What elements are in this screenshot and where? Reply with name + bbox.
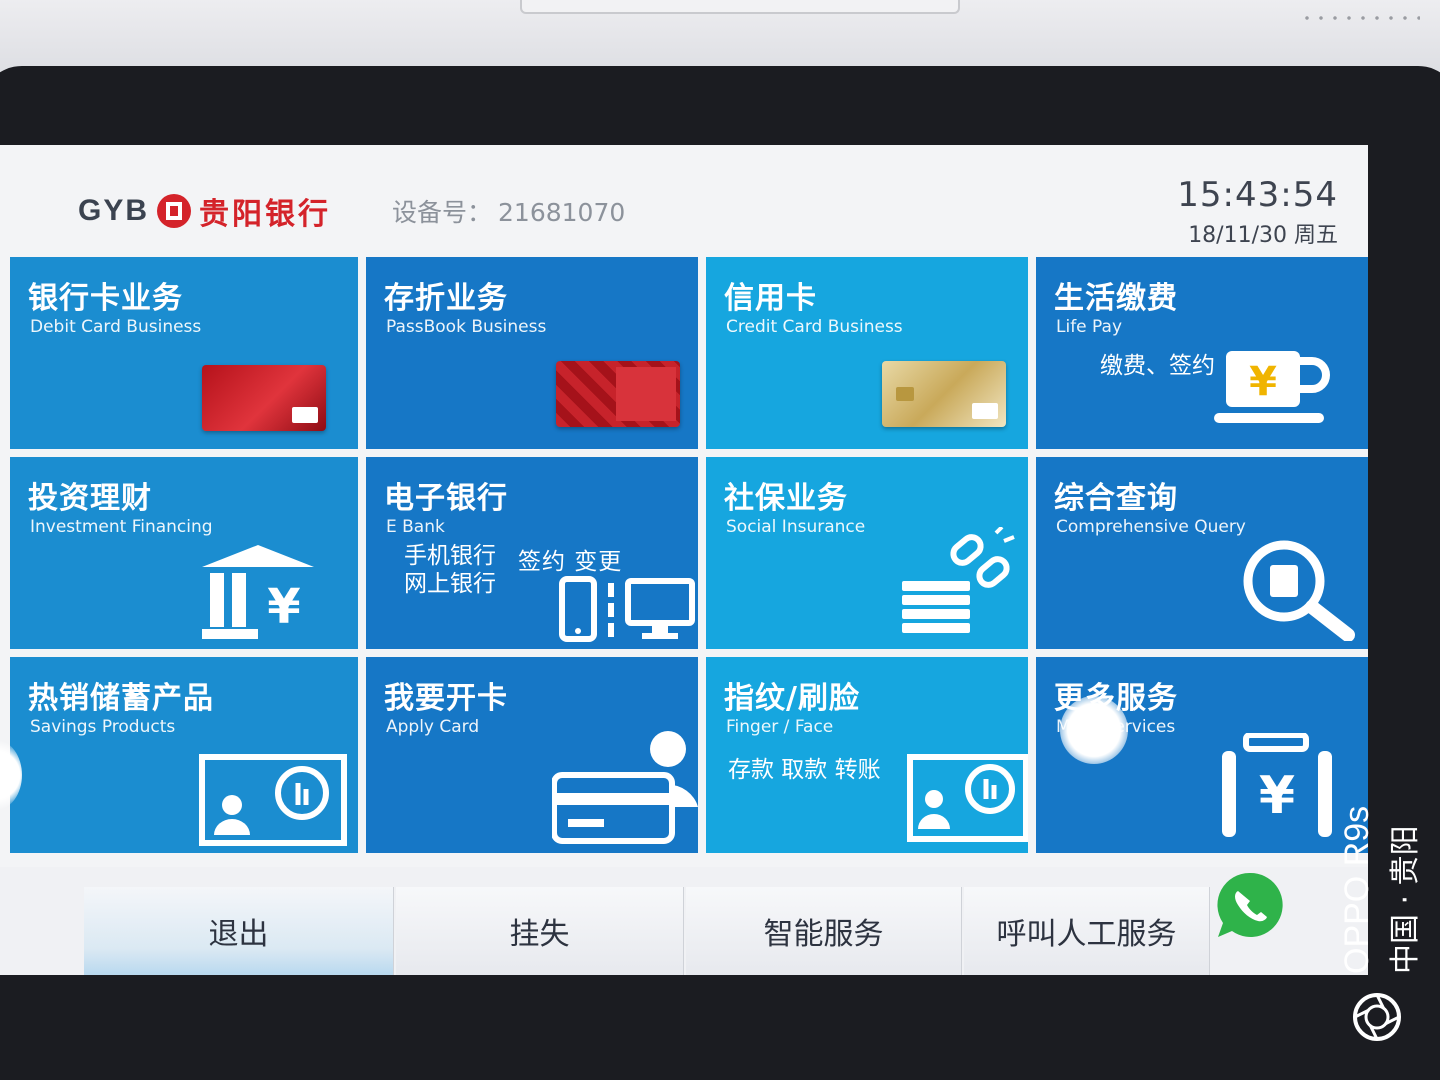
tile-title: 存折业务 (384, 281, 508, 316)
person-fingerprint-icon (907, 754, 1028, 842)
tile-title: 银行卡业务 (28, 281, 183, 316)
tile-subtitle: Credit Card Business (726, 317, 903, 337)
report-loss-button[interactable]: 挂失 (396, 887, 684, 975)
person-fingerprint-icon (199, 754, 347, 846)
ebank-mobile-label: 手机银行 (404, 543, 496, 569)
tile-title: 指纹/刷脸 (724, 681, 860, 716)
tile-subtitle: PassBook Business (386, 317, 547, 337)
tile-subtitle: Debit Card Business (30, 317, 202, 337)
magnifier-icon (1243, 540, 1355, 641)
device-id-value: 21681070 (498, 198, 626, 227)
device-id: 设备号： 21681070 (392, 193, 625, 229)
credit-card-image (882, 361, 1006, 427)
tile-ebank[interactable]: 电子银行 E Bank 手机银行 网上银行 签约 变更 (366, 457, 698, 649)
call-staff-button[interactable]: 呼叫人工服务 (964, 887, 1210, 975)
ebank-actions: 签约 变更 (518, 549, 623, 575)
tile-title: 社保业务 (724, 481, 848, 516)
clock-date: 18/11/30 周五 (1188, 223, 1338, 248)
wallet-yuan-icon: ¥ (1222, 733, 1332, 837)
tile-title: 热销储蓄产品 (28, 681, 214, 716)
tile-subtitle: Life Pay (1056, 317, 1123, 337)
svg-text:¥: ¥ (1249, 359, 1277, 405)
tile-query[interactable]: 综合查询 Comprehensive Query (1036, 457, 1368, 649)
device-id-label: 设备号： (392, 198, 493, 227)
coins-link-icon (902, 527, 1015, 633)
debit-card-image (202, 365, 326, 431)
tile-extra-text: 缴费、签约 (1100, 353, 1215, 379)
housing-clip (520, 0, 960, 14)
tile-extra-text: 存款 取款 转账 (728, 757, 881, 783)
phone-computer-icon (559, 576, 695, 642)
kiosk-screen: GYB 贵阳银行 设备号： 21681070 15:43:54 18/11/30 … (0, 145, 1368, 975)
speaker-grille (1300, 12, 1420, 24)
tile-subtitle: Social Insurance (726, 517, 866, 537)
exit-button[interactable]: 退出 (84, 887, 394, 975)
clock: 15:43:54 18/11/30 周五 (1177, 175, 1338, 249)
bank-building-icon: ¥ (202, 545, 314, 639)
logo-gyb-text: GYB (78, 194, 150, 227)
watermark-location: 中国 · 贵阳 (1388, 825, 1423, 974)
bank-name: 贵阳银行 (199, 197, 332, 232)
tile-subtitle: Investment Financing (30, 517, 213, 537)
camera-watermark: OPPO R9s 中国 · 贵阳 (1334, 796, 1424, 1066)
tile-title: 综合查询 (1054, 481, 1178, 516)
bank-logo: GYB 贵阳银行 (78, 189, 331, 233)
tile-subtitle: Savings Products (30, 717, 176, 737)
phone-call-icon[interactable] (1210, 867, 1290, 947)
ebank-web-label: 网上银行 (404, 571, 496, 597)
tile-subtitle: E Bank (386, 517, 445, 537)
header: GYB 贵阳银行 设备号： 21681070 15:43:54 18/11/30 … (0, 145, 1368, 255)
tile-investment[interactable]: 投资理财 Investment Financing ¥ (10, 457, 358, 649)
person-card-icon (552, 731, 698, 844)
tile-title: 电子银行 (384, 481, 508, 516)
cup-yuan-icon: ¥ (1214, 351, 1330, 423)
passbook-image (556, 361, 680, 427)
watermark-model: OPPO R9s (1338, 805, 1376, 974)
tile-apply-card[interactable]: 我要开卡 Apply Card (366, 657, 698, 853)
tile-subtitle: Finger / Face (726, 717, 834, 737)
service-grid: 银行卡业务 Debit Card Business 存折业务 PassBook … (10, 257, 1368, 853)
tile-life-pay[interactable]: 生活缴费 Life Pay 缴费、签约 ¥ (1036, 257, 1368, 449)
tile-title: 生活缴费 (1054, 281, 1178, 316)
svg-text:¥: ¥ (267, 579, 300, 635)
camera-lens-icon (1353, 993, 1401, 1041)
light-reflection (1060, 696, 1128, 764)
tile-title: 投资理财 (28, 481, 152, 516)
bank-logo-icon (157, 194, 192, 228)
tile-title: 我要开卡 (384, 681, 508, 716)
tile-debit-card[interactable]: 银行卡业务 Debit Card Business (10, 257, 358, 449)
smart-service-button[interactable]: 智能服务 (686, 887, 962, 975)
svg-text:¥: ¥ (1259, 766, 1295, 826)
tile-finger-face[interactable]: 指纹/刷脸 Finger / Face 存款 取款 转账 (706, 657, 1028, 853)
bottom-action-bar: 退出 挂失 智能服务 呼叫人工服务 (0, 867, 1368, 975)
tile-savings[interactable]: 热销储蓄产品 Savings Products (10, 657, 358, 853)
clock-time: 15:43:54 (1177, 175, 1338, 215)
tile-passbook[interactable]: 存折业务 PassBook Business (366, 257, 698, 449)
tile-title: 信用卡 (724, 281, 817, 316)
tile-subtitle: Comprehensive Query (1056, 517, 1246, 537)
tile-subtitle: Apply Card (386, 717, 480, 737)
tile-credit-card[interactable]: 信用卡 Credit Card Business (706, 257, 1028, 449)
tile-social-insurance[interactable]: 社保业务 Social Insurance (706, 457, 1028, 649)
